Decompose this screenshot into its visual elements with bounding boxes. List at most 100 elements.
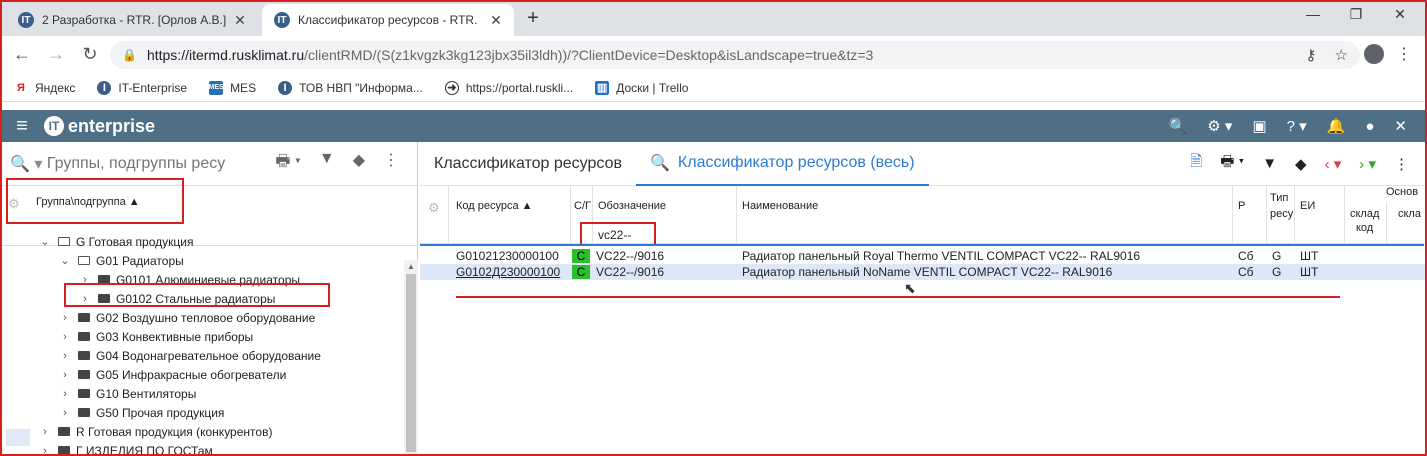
cell-name: Радиатор панельный Royal Thermo VENTIL C… (742, 249, 1141, 263)
forward-arrow-icon[interactable]: → (44, 44, 68, 65)
column-unit[interactable]: ЕИ (1300, 200, 1315, 212)
address-bar[interactable]: 🔒 https://itermd.rusklimat.ru /clientRMD… (110, 41, 1360, 69)
hamburger-menu-icon[interactable]: ≡ (0, 115, 44, 138)
tree-item-label: G10 Вентиляторы (96, 386, 197, 401)
chevron-down-icon[interactable]: ⌄ (58, 254, 72, 267)
bookmark-mes[interactable]: MES MES (208, 80, 256, 95)
chevron-right-icon[interactable]: › (58, 312, 72, 324)
gear-icon[interactable]: ⚙ ▾ (1207, 117, 1232, 135)
search-icon[interactable]: 🔍 ▾ (10, 154, 47, 174)
user-avatar-icon[interactable]: ● (1365, 118, 1374, 135)
chevron-right-icon[interactable]: › (38, 445, 52, 456)
bookmark-label: Доски | Trello (616, 80, 689, 95)
profile-avatar[interactable] (1364, 44, 1384, 64)
column-warehouse[interactable]: склад (1350, 208, 1379, 220)
tree-item[interactable]: ⌄ G Готовая продукция (0, 232, 404, 251)
filter-icon[interactable]: ▼ (1262, 155, 1277, 172)
column-warehouse-2[interactable]: скла (1398, 208, 1421, 220)
close-tab-icon[interactable]: ✕ (488, 12, 504, 29)
tree-item[interactable]: › G03 Конвективные приборы (0, 327, 404, 346)
tree-item[interactable]: › G05 Инфракрасные обогреватели (0, 365, 404, 384)
tab-classifier-all[interactable]: 🔍 Классификатор ресурсов (весь) (635, 142, 929, 186)
browser-tab-classifier[interactable]: IT Классификатор ресурсов - RTR. ✕ (262, 4, 514, 36)
window-close-button[interactable]: ✕ (1390, 6, 1410, 23)
bookmark-yandex[interactable]: Я Яндекс (14, 81, 75, 95)
document-icon[interactable]: 🗎 (1190, 151, 1202, 176)
chevron-right-icon[interactable]: › (38, 426, 52, 438)
tree-item[interactable]: › G10 Вентиляторы (0, 384, 404, 403)
column-type-continued: ресу (1270, 208, 1294, 220)
scroll-up-icon[interactable]: ▲ (407, 262, 415, 271)
tree-item[interactable]: › G50 Прочая продукция (0, 403, 404, 422)
yandex-icon: Я (17, 81, 25, 94)
folder-icon (58, 446, 70, 455)
star-icon[interactable]: ☆ (1335, 47, 1348, 64)
tree-item[interactable]: › G04 Водонагревательное оборудование (0, 346, 404, 365)
column-type[interactable]: Тип (1270, 192, 1288, 204)
selected-row-marker (6, 429, 30, 446)
tree-item[interactable]: › Г ИЗДЕЛИЯ ПО ГОСТам (0, 441, 404, 456)
scrollbar-thumb[interactable] (406, 274, 416, 452)
column-designation[interactable]: Обозначение (598, 200, 666, 212)
tab-classifier[interactable]: Классификатор ресурсов (420, 142, 636, 186)
cell-designation: VC22--/9016 (596, 265, 665, 279)
browser-tab-development[interactable]: IT 2 Разработка - RTR. [Орлов А.В.] ✕ (6, 4, 258, 36)
chevron-right-icon[interactable]: › (58, 388, 72, 400)
bookmark-tov[interactable]: I ТОВ НВП "Информа... (278, 80, 423, 95)
cell-r: Сб (1238, 249, 1254, 263)
folder-icon (78, 313, 90, 322)
bookmark-label: ТОВ НВП "Информа... (299, 80, 423, 95)
column-label: Код ресурса (456, 200, 519, 212)
tree-item[interactable]: › G02 Воздушно тепловое оборудование (0, 308, 404, 327)
bookmark-portal[interactable]: ➜ https://portal.ruskli... (444, 80, 573, 95)
close-icon[interactable]: ✕ (1394, 117, 1407, 135)
new-tab-button[interactable]: + (522, 7, 544, 30)
chevron-right-icon[interactable]: › (58, 369, 72, 381)
bookmark-it-enterprise[interactable]: I IT-Enterprise (97, 80, 187, 95)
column-name[interactable]: Наименование (742, 200, 818, 212)
url-host: https://itermd.rusklimat.ru (146, 47, 305, 63)
print-icon[interactable]: 🖶 ▾ (275, 150, 300, 177)
column-cs[interactable]: С/Г (574, 200, 591, 212)
archive-icon[interactable]: ▣ (1252, 117, 1266, 135)
chevron-right-icon[interactable]: › (58, 331, 72, 343)
column-code[interactable]: Код ресурса ▲ (456, 200, 533, 212)
groups-search-input[interactable] (46, 154, 239, 173)
chevron-down-icon[interactable]: ⌄ (38, 235, 52, 248)
table-row[interactable]: G01021230000100 С VC22--/9016 Радиатор п… (420, 248, 1427, 264)
search-icon[interactable]: 🔍 (1169, 117, 1188, 135)
restore-button[interactable]: ❐ (1346, 6, 1366, 23)
reload-icon[interactable]: ↻ (78, 44, 102, 65)
bell-icon[interactable]: 🔔 (1327, 117, 1346, 135)
minimize-button[interactable]: — (1303, 6, 1323, 22)
next-arrow-icon[interactable]: › ▾ (1359, 155, 1376, 173)
table-row[interactable]: G0102Д230000100 С VC22--/9016 Радиатор п… (420, 264, 1427, 280)
tree-item[interactable]: ⌄ G01 Радиаторы (0, 251, 404, 270)
tree-item-label: R Готовая продукция (конкурентов) (76, 424, 273, 439)
back-arrow-icon[interactable]: ← (10, 44, 34, 65)
it-icon: I (278, 80, 293, 95)
column-group-basic: Основ (1386, 186, 1419, 198)
more-icon[interactable]: ⋮ (1394, 155, 1409, 173)
bookmark-trello[interactable]: ▥ Доски | Trello (595, 80, 689, 95)
tree-scrollbar[interactable]: ▲ (404, 260, 418, 456)
more-icon[interactable]: ⋮ (383, 150, 399, 177)
chevron-right-icon[interactable]: › (58, 350, 72, 362)
folder-icon (78, 332, 90, 341)
column-r[interactable]: Р (1238, 200, 1245, 212)
close-tab-icon[interactable]: ✕ (232, 12, 248, 29)
print-icon[interactable]: 🖶 ▾ (1220, 151, 1244, 176)
browser-menu-icon[interactable]: ⋮ (1396, 44, 1412, 64)
prev-arrow-icon[interactable]: ‹ ▾ (1325, 155, 1342, 173)
key-icon[interactable]: ⚷ (1305, 47, 1316, 64)
filter-icon[interactable]: ▼ (319, 150, 335, 177)
bookmark-label: Яндекс (35, 80, 76, 95)
chevron-right-icon[interactable]: › (58, 407, 72, 419)
help-icon[interactable]: ? ▾ (1287, 117, 1307, 135)
tree-item-label: G05 Инфракрасные обогреватели (96, 367, 287, 382)
gear-icon[interactable]: ⚙ (428, 200, 440, 216)
tree-item[interactable]: › R Готовая продукция (конкурентов) (0, 422, 404, 441)
cube-icon[interactable]: ◆ (1295, 155, 1307, 173)
cube-icon[interactable]: ◆ (353, 150, 365, 177)
tree-item-label: G Готовая продукция (76, 234, 194, 249)
